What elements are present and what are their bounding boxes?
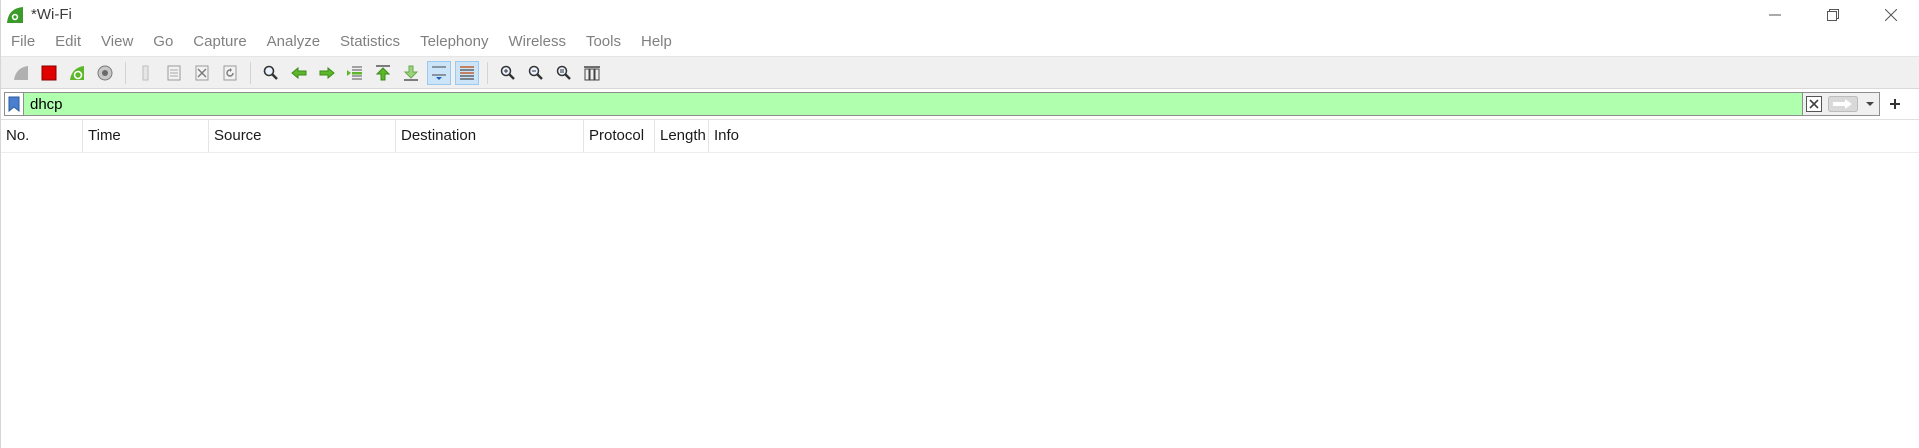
open-file-icon (142, 65, 149, 80)
menu-edit[interactable]: Edit (45, 30, 91, 54)
menu-capture[interactable]: Capture (183, 30, 256, 54)
resize-columns-icon (584, 65, 600, 80)
window-controls (1746, 0, 1919, 29)
minimize-icon (1769, 14, 1781, 15)
go-forward-icon (319, 66, 335, 79)
zoom-out-icon (528, 65, 543, 80)
auto-scroll-icon (432, 66, 446, 80)
save-file-icon (167, 65, 181, 80)
find-packet-button[interactable] (259, 61, 283, 85)
go-to-packet-button[interactable] (343, 61, 367, 85)
capture-options-button[interactable] (93, 61, 117, 85)
packet-list-header: No. Time Source Destination Protocol Len… (1, 120, 1919, 153)
resize-columns-button[interactable] (580, 61, 604, 85)
close-file-icon (195, 65, 209, 80)
reload-file-button[interactable] (218, 61, 242, 85)
display-filter-bar (1, 91, 1919, 117)
wireshark-window: *Wi-Fi File Edit View Go Capture Analyze… (0, 0, 1919, 448)
minimize-button[interactable] (1746, 0, 1804, 29)
close-button[interactable] (1862, 0, 1919, 29)
filter-bookmark-button[interactable] (5, 93, 24, 115)
column-header-destination[interactable]: Destination (396, 120, 584, 152)
zoom-out-button[interactable] (524, 61, 548, 85)
normal-size-icon (556, 65, 571, 80)
column-header-source[interactable]: Source (209, 120, 396, 152)
menu-file[interactable]: File (1, 30, 45, 54)
column-header-time[interactable]: Time (83, 120, 209, 152)
display-filter-box (4, 92, 1880, 116)
last-packet-icon (403, 65, 419, 81)
column-header-protocol[interactable]: Protocol (584, 120, 655, 152)
apply-arrow-icon (1828, 96, 1858, 112)
menu-wireless[interactable]: Wireless (498, 30, 576, 54)
menu-bar: File Edit View Go Capture Analyze Statis… (1, 30, 1919, 54)
packet-list[interactable]: No. Time Source Destination Protocol Len… (1, 119, 1919, 448)
capture-options-icon (97, 65, 113, 80)
menu-view[interactable]: View (91, 30, 143, 54)
last-packet-button[interactable] (399, 61, 423, 85)
menu-statistics[interactable]: Statistics (330, 30, 410, 54)
menu-telephony[interactable]: Telephony (410, 30, 498, 54)
display-filter-input[interactable] (24, 93, 1802, 115)
colorize-button[interactable] (455, 60, 479, 85)
open-file-button[interactable] (134, 61, 158, 85)
plus-icon (1890, 99, 1900, 109)
start-capture-button[interactable] (9, 61, 33, 85)
zoom-in-button[interactable] (496, 61, 520, 85)
find-packet-icon (263, 65, 278, 80)
close-icon (1885, 8, 1897, 21)
restart-capture-button[interactable] (65, 61, 89, 85)
restore-icon (1827, 8, 1839, 21)
toolbar-separator (125, 61, 126, 84)
window-title: *Wi-Fi (31, 6, 72, 23)
go-back-icon (291, 66, 307, 79)
filter-actions (1802, 93, 1879, 115)
normal-size-button[interactable] (552, 61, 576, 85)
column-header-no[interactable]: No. (1, 120, 83, 152)
reload-file-icon (223, 65, 237, 80)
menu-analyze[interactable]: Analyze (257, 30, 330, 54)
auto-scroll-button[interactable] (427, 60, 451, 85)
first-packet-button[interactable] (371, 61, 395, 85)
stop-capture-icon (41, 65, 57, 80)
menu-help[interactable]: Help (631, 30, 682, 54)
toolbar-separator (250, 61, 251, 84)
clear-filter-button[interactable] (1803, 93, 1825, 115)
colorize-icon (460, 65, 474, 80)
restore-button[interactable] (1804, 0, 1862, 29)
go-to-packet-icon (347, 66, 362, 79)
restart-capture-icon (70, 65, 84, 80)
apply-filter-button[interactable] (1825, 93, 1861, 115)
column-header-length[interactable]: Length (655, 120, 709, 152)
bookmark-icon (8, 96, 20, 112)
save-file-button[interactable] (162, 61, 186, 85)
go-back-button[interactable] (287, 61, 311, 85)
stop-capture-button[interactable] (37, 61, 61, 85)
main-toolbar (1, 56, 1919, 89)
menu-tools[interactable]: Tools (576, 30, 631, 54)
title-bar: *Wi-Fi (1, 0, 1919, 29)
first-packet-icon (375, 64, 391, 80)
toolbar-separator (487, 61, 488, 84)
add-filter-button[interactable] (1880, 92, 1910, 116)
chevron-down-icon (1866, 102, 1874, 106)
wireshark-logo-icon (5, 5, 25, 25)
close-file-button[interactable] (190, 61, 214, 85)
filter-history-dropdown[interactable] (1861, 93, 1879, 115)
zoom-in-icon (500, 65, 515, 80)
go-forward-button[interactable] (315, 61, 339, 85)
menu-go[interactable]: Go (143, 30, 183, 54)
column-header-info[interactable]: Info (709, 120, 1919, 152)
start-capture-icon (14, 65, 28, 80)
clear-icon (1806, 96, 1822, 112)
